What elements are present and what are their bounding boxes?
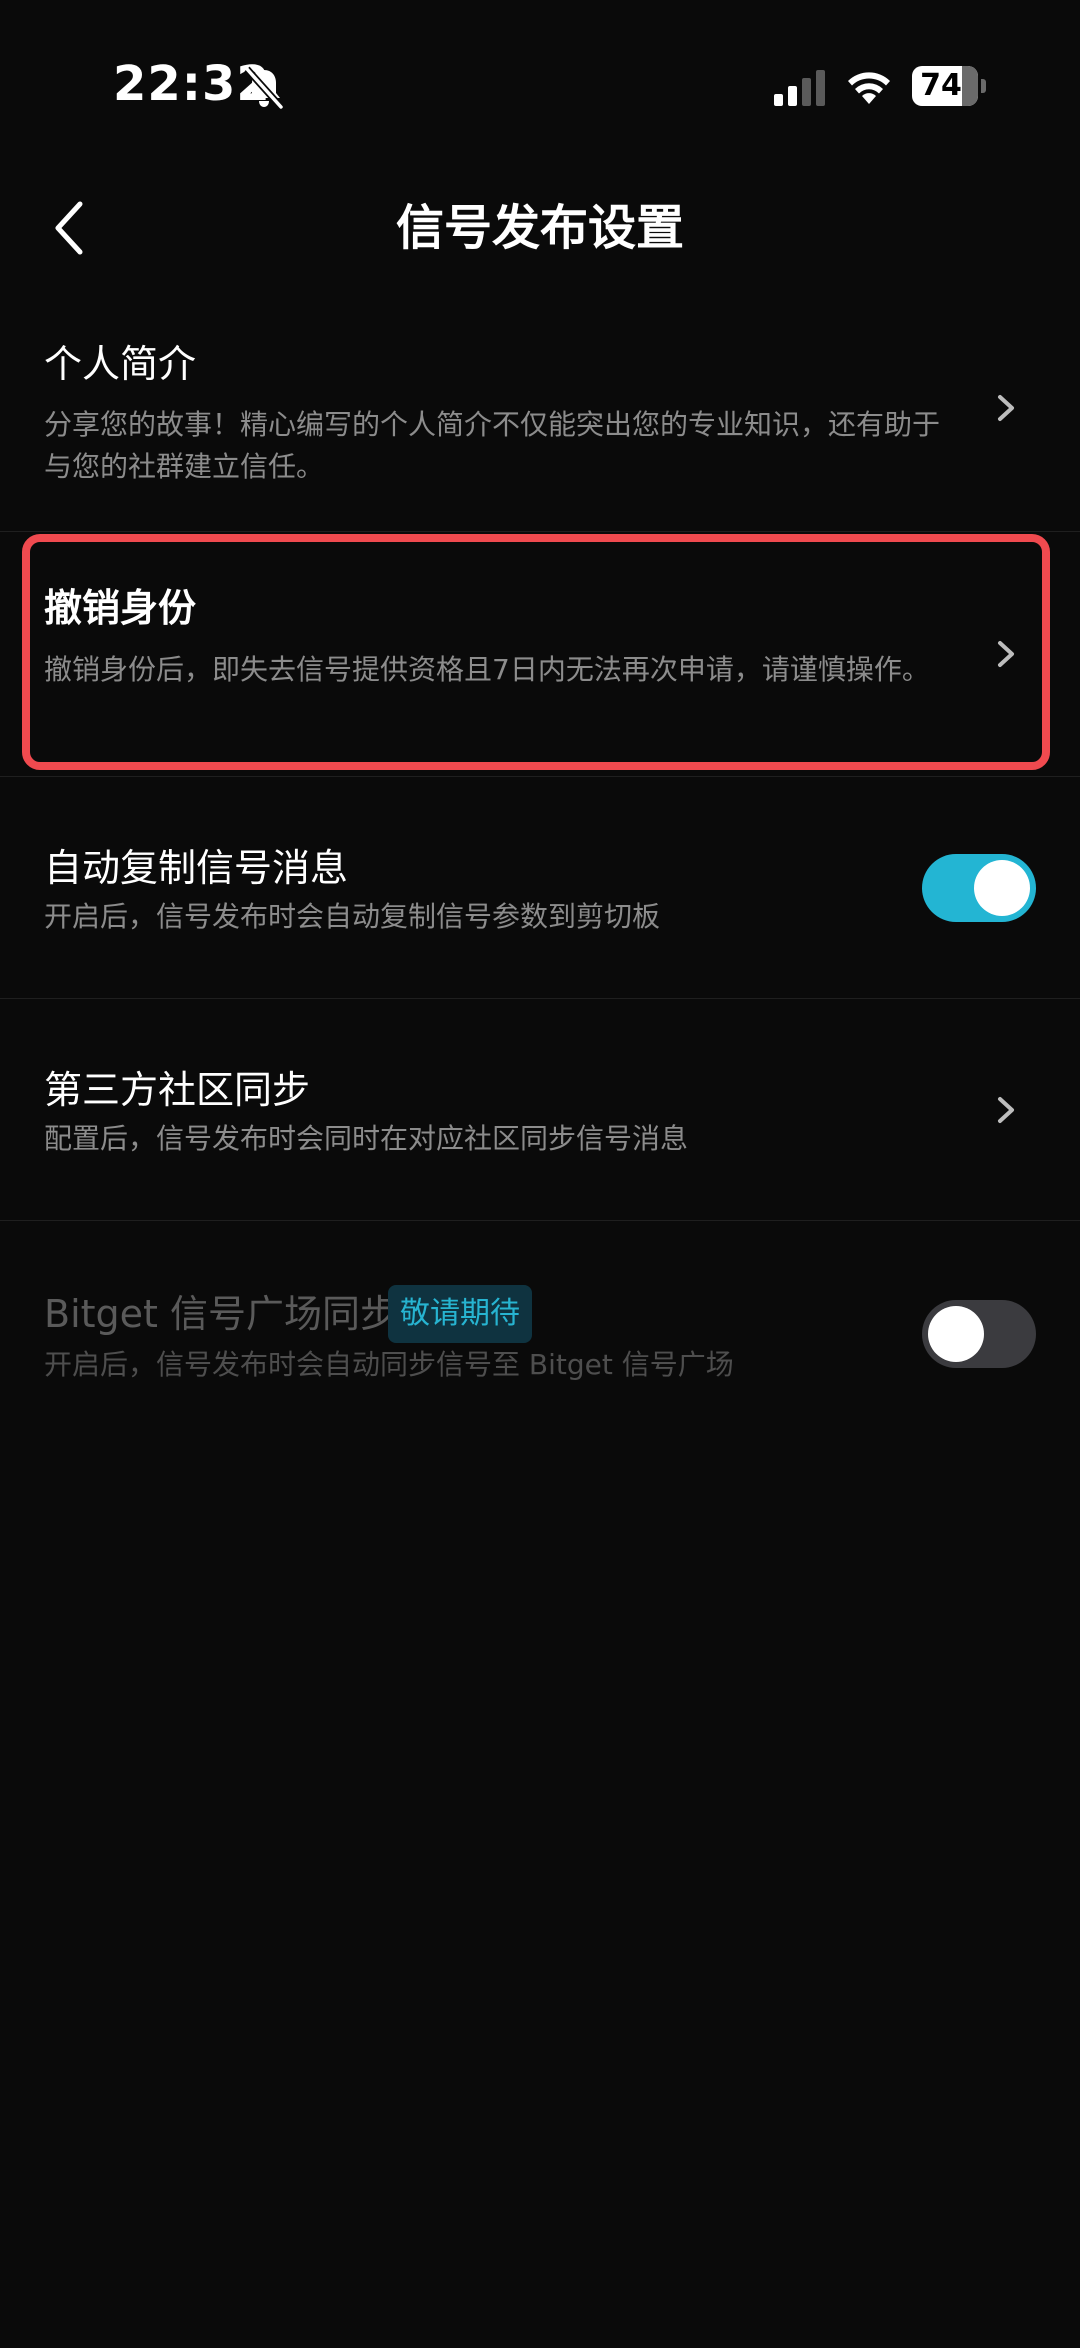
divider — [0, 998, 1080, 999]
battery-cap — [981, 79, 986, 93]
chevron-left-icon — [55, 201, 83, 255]
bitget-sync-toggle[interactable] — [922, 1300, 1036, 1368]
page-title: 信号发布设置 — [395, 200, 684, 256]
chevron-right-icon[interactable] — [994, 392, 1018, 424]
battery-indicator: 74 — [912, 66, 986, 106]
back-button[interactable] — [44, 196, 100, 260]
auto-copy-toggle[interactable] — [922, 854, 1036, 922]
third-party-sync-title: 第三方社区同步 — [44, 1068, 311, 1112]
status-bar: 22:32 74 — [0, 0, 1080, 175]
coming-soon-badge: 敬请期待 — [388, 1285, 532, 1343]
bitget-sync-description: 开启后，信号发布时会自动同步信号至 Bitget 信号广场 — [44, 1348, 734, 1381]
battery-body: 74 — [912, 66, 978, 106]
third-party-sync-description: 配置后，信号发布时会同时在对应社区同步信号消息 — [44, 1122, 689, 1155]
bell-slash-icon — [244, 66, 284, 110]
toggle-knob — [928, 1306, 984, 1362]
profile-description: 分享您的故事！精心编写的个人简介不仅能突出您的专业知识，还有助于与您的社群建立信… — [44, 408, 941, 483]
divider — [0, 1220, 1080, 1221]
toggle-knob — [974, 860, 1030, 916]
profile-title: 个人简介 — [44, 342, 197, 386]
chevron-right-icon[interactable] — [994, 638, 1018, 670]
divider — [0, 776, 1080, 777]
chevron-right-icon[interactable] — [994, 1094, 1018, 1126]
revoke-identity-title: 撤销身份 — [44, 586, 197, 630]
revoke-identity-description: 撤销身份后，即失去信号提供资格且7日内无法再次申请，请谨慎操作。 — [44, 653, 930, 686]
wifi-icon — [848, 72, 890, 104]
bitget-sync-title: Bitget 信号广场同步 — [44, 1292, 399, 1336]
divider — [0, 531, 1080, 532]
auto-copy-description: 开启后，信号发布时会自动复制信号参数到剪切板 — [44, 900, 661, 933]
battery-percentage: 74 — [920, 68, 962, 103]
signal-icon — [774, 70, 825, 106]
auto-copy-title: 自动复制信号消息 — [44, 846, 349, 890]
